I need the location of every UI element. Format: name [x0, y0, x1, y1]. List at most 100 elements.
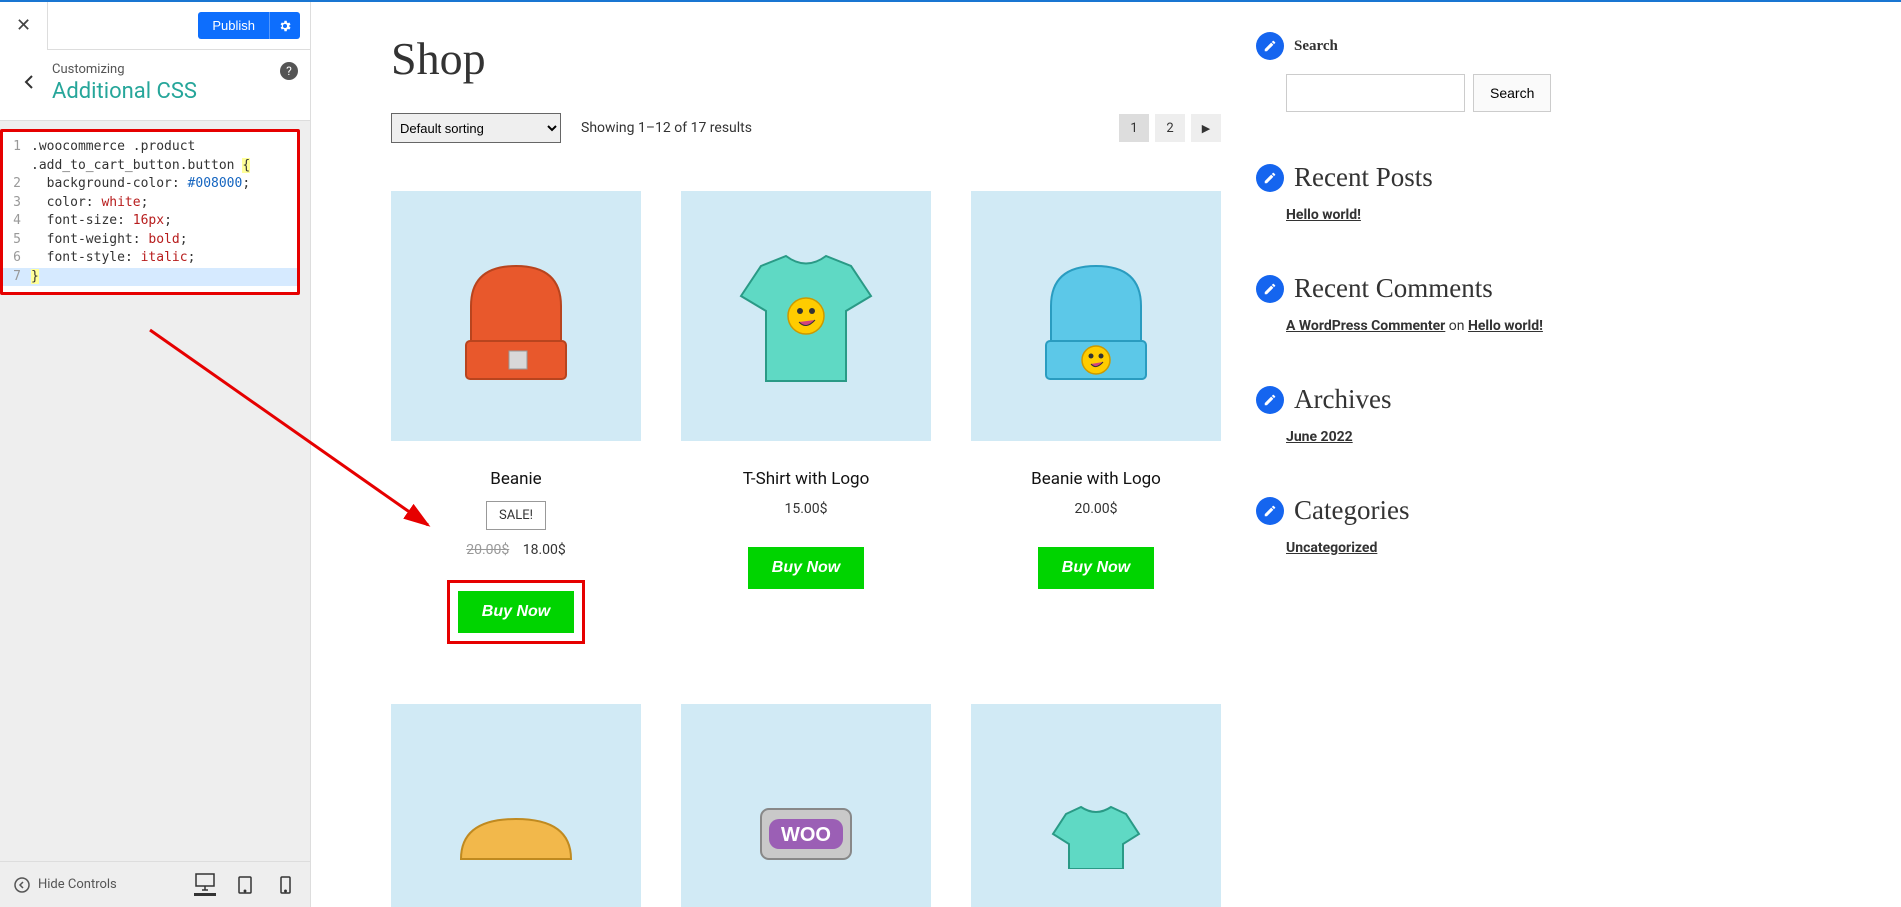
product-name: Beanie with Logo: [971, 469, 1221, 489]
widget-header: Recent Posts: [1256, 162, 1546, 193]
sale-badge: SALE!: [486, 501, 546, 530]
edit-widget-icon[interactable]: [1256, 497, 1284, 525]
product-price: 20.00$ 18.00$: [391, 542, 641, 558]
product-card: [971, 704, 1221, 907]
product-image[interactable]: [391, 704, 641, 907]
widget-header: Recent Comments: [1256, 273, 1546, 304]
shop-sidebar: Search Search Recent Posts Hello world!: [1256, 22, 1546, 907]
help-icon[interactable]: ?: [280, 62, 298, 80]
cap-icon: [441, 789, 591, 869]
customizer-footer: Hide Controls: [0, 861, 310, 907]
page-title: Shop: [391, 32, 1221, 85]
gear-icon: [278, 19, 292, 33]
hide-controls-button[interactable]: Hide Controls: [14, 877, 117, 893]
archive-link[interactable]: June 2022: [1286, 429, 1353, 445]
app-root: ✕ Publish Customizing Additional CSS ? 1…: [0, 0, 1901, 907]
page-next[interactable]: ▶: [1191, 114, 1221, 142]
code-area: 1.woocommerce .product .add_to_cart_butt…: [0, 121, 310, 861]
desktop-icon[interactable]: [194, 874, 216, 896]
page-2[interactable]: 2: [1155, 114, 1185, 142]
product-price: 20.00$: [971, 501, 1221, 517]
beanie-blue-icon: [1021, 236, 1171, 396]
recent-comments-widget: Recent Comments A WordPress Commenter on…: [1256, 273, 1546, 334]
category-link[interactable]: Uncategorized: [1286, 540, 1377, 556]
customizing-label: Customizing: [52, 62, 296, 77]
widget-title: Recent Comments: [1294, 273, 1493, 304]
edit-widget-icon[interactable]: [1256, 386, 1284, 414]
product-image[interactable]: [681, 191, 931, 441]
product-card: Beanie SALE! 20.00$ 18.00$ Buy Now: [391, 191, 641, 644]
widget-header: Archives: [1256, 384, 1546, 415]
product-card: WOO: [681, 704, 931, 907]
product-image[interactable]: [971, 704, 1221, 907]
widget-body: A WordPress Commenter on Hello world!: [1286, 318, 1546, 334]
product-card: Beanie with Logo 20.00$ Buy Now: [971, 191, 1221, 644]
widget-header: Search: [1256, 32, 1546, 60]
publish-settings-button[interactable]: [269, 12, 300, 39]
on-text: on: [1445, 318, 1468, 334]
edit-widget-icon[interactable]: [1256, 275, 1284, 303]
css-editor-highlight: 1.woocommerce .product .add_to_cart_butt…: [0, 129, 300, 295]
widget-body: June 2022: [1286, 429, 1546, 445]
product-price: 15.00$: [681, 501, 931, 517]
publish-group: Publish: [198, 12, 300, 39]
product-card: T-Shirt with Logo 15.00$ Buy Now: [681, 191, 931, 644]
product-card: [391, 704, 641, 907]
shop-controls: Default sorting Showing 1–12 of 17 resul…: [391, 113, 1221, 143]
widget-body: Uncategorized: [1286, 540, 1546, 556]
search-button[interactable]: Search: [1473, 74, 1551, 112]
current-price: 18.00$: [523, 542, 566, 558]
buy-button-highlight: Buy Now: [447, 580, 585, 644]
back-button[interactable]: [12, 62, 46, 102]
woo-logo-icon: WOO: [731, 789, 881, 869]
product-image[interactable]: WOO: [681, 704, 931, 907]
svg-text:WOO: WOO: [781, 824, 831, 846]
tablet-icon[interactable]: [234, 874, 256, 896]
widget-title: Categories: [1294, 495, 1409, 526]
old-price: 20.00$: [466, 542, 509, 558]
buy-now-button[interactable]: Buy Now: [1038, 547, 1154, 589]
device-preview-icons: [194, 874, 296, 896]
customizer-sidebar: ✕ Publish Customizing Additional CSS ? 1…: [0, 2, 311, 907]
pagination: 1 2 ▶: [1119, 114, 1221, 142]
collapse-icon: [14, 877, 30, 893]
commenter-link[interactable]: A WordPress Commenter: [1286, 318, 1445, 334]
customizer-header: ✕ Publish: [0, 2, 310, 50]
hide-controls-label: Hide Controls: [38, 877, 117, 892]
results-count: Showing 1–12 of 17 results: [581, 120, 752, 136]
section-header: Customizing Additional CSS ?: [0, 50, 310, 121]
search-input[interactable]: [1286, 74, 1465, 112]
edit-widget-icon[interactable]: [1256, 164, 1284, 192]
preview-pane: Shop Default sorting Showing 1–12 of 17 …: [311, 2, 1901, 907]
chevron-left-icon: [23, 74, 35, 90]
shop-wrap: Shop Default sorting Showing 1–12 of 17 …: [311, 2, 1901, 907]
product-image[interactable]: [971, 191, 1221, 441]
mobile-icon[interactable]: [274, 874, 296, 896]
widget-header: Categories: [1256, 495, 1546, 526]
close-icon[interactable]: ✕: [0, 2, 48, 50]
product-name: T-Shirt with Logo: [681, 469, 931, 489]
widget-title: Recent Posts: [1294, 162, 1433, 193]
beanie-orange-icon: [441, 236, 591, 396]
recent-post-link[interactable]: Hello world!: [1286, 207, 1361, 223]
categories-widget: Categories Uncategorized: [1256, 495, 1546, 556]
publish-button[interactable]: Publish: [198, 12, 269, 39]
search-widget: Search Search: [1256, 32, 1546, 112]
buy-now-button[interactable]: Buy Now: [458, 591, 574, 633]
recent-posts-widget: Recent Posts Hello world!: [1256, 162, 1546, 223]
search-row: Search: [1286, 74, 1546, 112]
section-title: Additional CSS: [52, 79, 296, 104]
section-titles: Customizing Additional CSS: [52, 62, 296, 104]
widget-title: Archives: [1294, 384, 1391, 415]
css-editor[interactable]: 1.woocommerce .product .add_to_cart_butt…: [3, 132, 297, 292]
comment-post-link[interactable]: Hello world!: [1468, 318, 1543, 334]
edit-widget-icon[interactable]: [1256, 32, 1284, 60]
widget-label: Search: [1294, 38, 1338, 55]
buy-now-button[interactable]: Buy Now: [748, 547, 864, 589]
sort-select[interactable]: Default sorting: [391, 113, 561, 143]
page-1[interactable]: 1: [1119, 114, 1149, 142]
tshirt2-icon: [1021, 789, 1171, 869]
shop-main: Shop Default sorting Showing 1–12 of 17 …: [391, 22, 1221, 907]
widget-body: Hello world!: [1286, 207, 1546, 223]
product-image[interactable]: [391, 191, 641, 441]
